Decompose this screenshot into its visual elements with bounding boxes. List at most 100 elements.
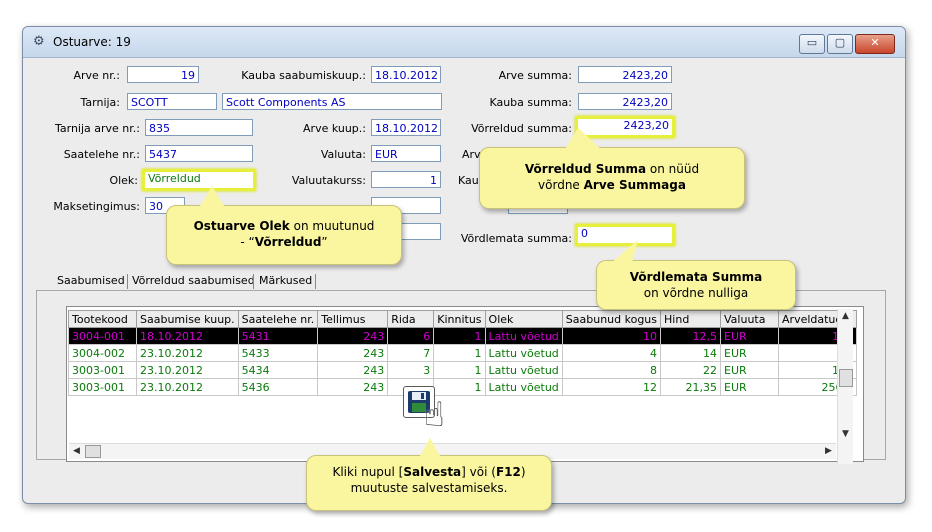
table-cell[interactable]: 23.10.2012 [136, 361, 239, 379]
tab-vorreldud-saabumised[interactable]: Võrreldud saabumised [132, 272, 255, 290]
table-cell[interactable]: 5434 [237, 361, 319, 379]
table-cell[interactable]: EUR [720, 327, 780, 345]
tab-separator [127, 274, 128, 289]
tab-saabumised[interactable]: Saabumised [57, 272, 125, 290]
table-cell[interactable]: EUR [720, 344, 780, 362]
callout-bold-text: Võrdlemata Summa [629, 270, 763, 284]
tab-separator [253, 274, 254, 289]
column-header[interactable]: Saatelehe nr. [237, 310, 319, 328]
table-cell[interactable]: Lattu võetud [484, 378, 563, 396]
table-cell[interactable]: 243 [317, 344, 389, 362]
status-label: Olek: [109, 174, 138, 187]
table-cell[interactable]: 14 [660, 344, 722, 362]
callout-text: Kliki nupul [ [332, 465, 404, 479]
table-cell[interactable]: 6 [387, 327, 435, 345]
status-field[interactable]: Võrreldud [142, 169, 256, 191]
table-row[interactable]: 3004-002 23.10.2012 5433 243 7 1 Lattu v… [68, 344, 858, 362]
table-cell[interactable]: 3003-001 [68, 378, 137, 396]
table-cell[interactable]: 18.10.2012 [136, 327, 239, 345]
table-cell[interactable]: 3003-001 [68, 361, 137, 379]
horizontal-scroll-thumb[interactable] [85, 445, 101, 458]
table-cell[interactable]: 23.10.2012 [136, 344, 239, 362]
compared-sum-callout: Võrreldud Summa on nüüd võrdne Arve Summ… [479, 147, 745, 209]
maximize-button[interactable]: ▢ [827, 34, 853, 54]
column-header[interactable]: Olek [484, 310, 563, 328]
column-header[interactable]: Rida [387, 310, 435, 328]
table-cell[interactable]: 23.10.2012 [136, 378, 239, 396]
tab-markused[interactable]: Märkused [259, 272, 312, 290]
supplier-code-field[interactable]: SCOTT [127, 93, 217, 110]
table-cell[interactable]: 8 [561, 361, 662, 379]
table-cell[interactable]: 21,35 [660, 378, 722, 396]
scroll-left-icon[interactable]: ◀ [73, 446, 80, 456]
callout-bold-text: Salvesta [403, 465, 462, 479]
column-header[interactable]: Valuuta [720, 310, 780, 328]
invoice-number-field[interactable]: 19 [127, 66, 199, 83]
table-cell[interactable]: 243 [317, 378, 389, 396]
column-header[interactable]: Tellimus [317, 310, 389, 328]
minimize-button[interactable]: ▭ [799, 34, 825, 54]
uncompared-sum-callout: Võrdlemata Summa on võrdne nulliga [596, 260, 796, 310]
supplier-invoice-number-field[interactable]: 835 [145, 119, 253, 136]
goods-arrival-date-label: Kauba saabumiskuup.: [241, 69, 366, 82]
title-bar: ⚙ Ostuarve: 19 ▭ ▢ ✕ [23, 27, 905, 58]
exchange-rate-field[interactable]: 1 [371, 171, 441, 188]
uncompared-sum-label: Võrdlemata summa: [460, 232, 572, 245]
table-cell[interactable]: 3 [387, 361, 435, 379]
waybill-number-field[interactable]: 5437 [145, 145, 253, 162]
table-row[interactable]: 3003-001 23.10.2012 5436 243 1 Lattu võe… [68, 378, 858, 396]
hand-pointer-icon: ☝ [424, 395, 445, 435]
table-cell[interactable]: 7 [387, 344, 435, 362]
table-cell[interactable]: 4 [561, 344, 662, 362]
column-header[interactable]: Kinnitus [433, 310, 486, 328]
column-header[interactable]: Saabumise kuup. [136, 310, 239, 328]
table-cell[interactable]: Lattu võetud [484, 327, 563, 345]
goods-sum-field[interactable]: 2423,20 [578, 93, 672, 110]
table-cell[interactable]: 3004-001 [68, 327, 137, 345]
invoice-sum-field[interactable]: 2423,20 [578, 66, 672, 83]
scroll-right-icon[interactable]: ▶ [825, 446, 832, 456]
table-cell[interactable]: EUR [720, 361, 780, 379]
goods-arrival-date-field[interactable]: 18.10.2012 [371, 66, 441, 83]
invoice-sum-label: Arve summa: [498, 69, 572, 82]
table-cell[interactable]: 1 [433, 344, 486, 362]
table-cell[interactable]: 5433 [237, 344, 319, 362]
table-cell[interactable]: Lattu võetud [484, 361, 563, 379]
supplier-name-field[interactable]: Scott Components AS [222, 93, 442, 110]
table-cell[interactable]: 243 [317, 361, 389, 379]
table-cell[interactable]: 12 [561, 378, 662, 396]
exchange-rate-label: Valuutakurss: [291, 174, 366, 187]
callout-bold-text: Ostuarve Olek [193, 219, 290, 233]
column-header[interactable]: Hind [660, 310, 722, 328]
table-cell[interactable]: 1 [433, 378, 486, 396]
table-cell[interactable]: EUR [720, 378, 780, 396]
table-cell[interactable]: 1 [433, 361, 486, 379]
table-cell[interactable]: 22 [660, 361, 722, 379]
table-cell[interactable]: 5431 [237, 327, 319, 345]
table-cell[interactable]: 1 [433, 327, 486, 345]
grid-header-row: Tootekood Saabumise kuup. Saatelehe nr. … [68, 310, 858, 328]
callout-text: on võrdne nulliga [643, 286, 749, 300]
table-cell[interactable]: 243 [317, 327, 389, 345]
table-cell[interactable]: 5436 [237, 378, 319, 396]
column-header[interactable]: Saabunud kogus [561, 310, 662, 328]
table-row[interactable]: 3004-001 18.10.2012 5431 243 6 1 Lattu v… [68, 327, 858, 345]
column-header[interactable]: Tootekood [68, 310, 137, 328]
payment-terms-label: Maksetingimus: [53, 200, 140, 213]
table-cell[interactable]: Lattu võetud [484, 344, 563, 362]
scroll-up-icon[interactable]: ▲ [842, 311, 849, 321]
table-cell[interactable]: 10 [561, 327, 662, 345]
close-button[interactable]: ✕ [855, 34, 895, 54]
scroll-down-icon[interactable]: ▼ [842, 429, 849, 439]
vertical-scrollbar[interactable]: ▲ ▼ [837, 309, 853, 464]
arrivals-grid: Tootekood Saabumise kuup. Saatelehe nr. … [66, 306, 864, 464]
table-cell[interactable]: 3004-002 [68, 344, 137, 362]
callout-bold-text: Võrreldud Summa [524, 162, 647, 176]
currency-field[interactable]: EUR [371, 145, 441, 162]
callout-bold-text: Võrreldud [254, 235, 322, 249]
callout-text: ) [520, 465, 526, 479]
table-row[interactable]: 3003-001 23.10.2012 5434 243 3 1 Lattu v… [68, 361, 858, 379]
vertical-scroll-thumb[interactable] [839, 369, 853, 387]
invoice-date-field[interactable]: 18.10.2012 [371, 119, 441, 136]
table-cell[interactable]: 12,5 [660, 327, 722, 345]
